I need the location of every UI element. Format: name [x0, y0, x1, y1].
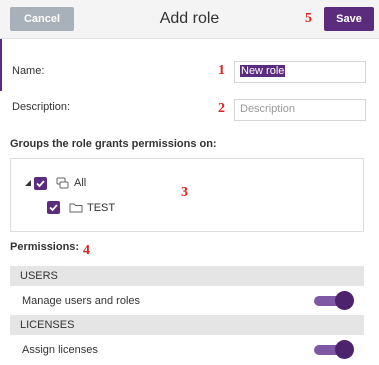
dialog-header: Cancel Add role 5 Save — [0, 0, 379, 39]
description-input[interactable]: Description — [234, 99, 366, 121]
save-button[interactable]: Save — [324, 7, 374, 31]
toggle-knob — [335, 340, 354, 359]
dialog-title: Add role — [159, 10, 220, 27]
group-all-checkbox[interactable] — [34, 177, 47, 190]
annotation-marker-5: 5 — [305, 11, 312, 26]
groups-heading: Groups the role grants permissions on: — [10, 138, 217, 150]
tree-expand-icon[interactable] — [25, 180, 32, 187]
assign-licenses-toggle[interactable] — [314, 339, 354, 361]
permissions-section-users: USERS — [10, 266, 364, 286]
name-label: Name: — [12, 65, 45, 77]
name-input[interactable]: New role — [234, 61, 366, 83]
permission-row: Assign licenses — [10, 339, 364, 361]
group-test-checkbox[interactable] — [47, 201, 60, 214]
groups-tree: All TEST 3 — [10, 158, 364, 232]
permission-row: Manage users and roles — [10, 290, 364, 312]
annotation-marker-3: 3 — [181, 185, 188, 200]
checkmark-icon — [49, 204, 58, 212]
tree-node-label[interactable]: TEST — [87, 202, 115, 214]
toggle-knob — [335, 291, 354, 310]
permissions-heading: Permissions: — [10, 241, 80, 253]
group-icon — [56, 177, 69, 189]
left-accent-bar — [0, 39, 2, 91]
folder-icon — [69, 203, 83, 213]
permissions-section-licenses: LICENSES — [10, 315, 364, 335]
checkmark-icon — [36, 180, 45, 188]
name-input-value: New role — [240, 65, 286, 77]
permission-label: Assign licenses — [22, 344, 98, 356]
tree-node-label[interactable]: All — [74, 177, 86, 189]
description-label: Description: — [12, 101, 71, 113]
annotation-marker-4: 4 — [83, 243, 90, 258]
annotation-marker-2: 2 — [218, 101, 225, 116]
annotation-marker-1: 1 — [218, 63, 225, 78]
description-placeholder: Description — [240, 103, 296, 115]
manage-users-toggle[interactable] — [314, 290, 354, 312]
permission-label: Manage users and roles — [22, 295, 141, 307]
